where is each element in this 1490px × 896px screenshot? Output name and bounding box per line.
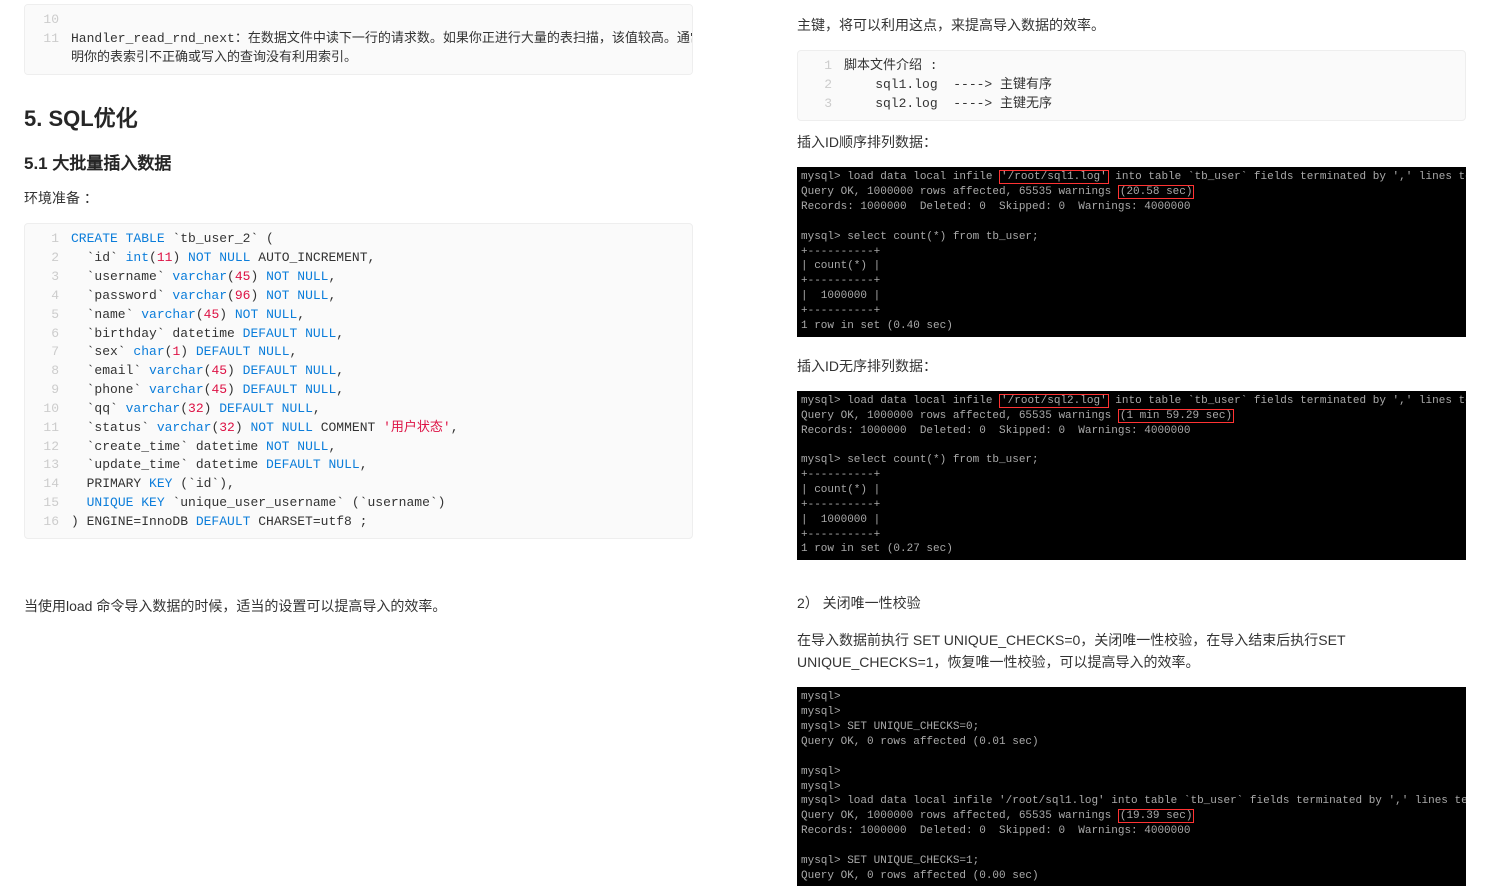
code-text: UNIQUE KEY `unique_user_username` (`user… bbox=[71, 494, 692, 513]
line-number: 10 bbox=[25, 11, 71, 30]
code-line: 1脚本文件介绍 : bbox=[798, 57, 1465, 76]
paragraph-load-tip: 当使用load 命令导入数据的时候，适当的设置可以提高导入的效率。 bbox=[24, 595, 693, 617]
code-text: Handler_read_rnd_next：在数据文件中读下一行的请求数。如果你… bbox=[71, 30, 693, 49]
line-number: 8 bbox=[25, 362, 71, 381]
code-text: `username` varchar(45) NOT NULL, bbox=[71, 268, 692, 287]
code-text bbox=[71, 11, 692, 30]
code-text: PRIMARY KEY (`id`), bbox=[71, 475, 692, 494]
line-number: 10 bbox=[25, 400, 71, 419]
code-text: `id` int(11) NOT NULL AUTO_INCREMENT, bbox=[71, 249, 692, 268]
paragraph-pk: 主键，将可以利用这点，来提高导入数据的效率。 bbox=[797, 14, 1466, 36]
code-line: 11 `status` varchar(32) NOT NULL COMMENT… bbox=[25, 419, 692, 438]
line-number: 11 bbox=[25, 419, 71, 438]
code-block-create-table: 1CREATE TABLE `tb_user_2` (2 `id` int(11… bbox=[24, 223, 693, 539]
line-number: 6 bbox=[25, 325, 71, 344]
paragraph-unique-desc: 在导入数据前执行 SET UNIQUE_CHECKS=0，关闭唯一性校验，在导入… bbox=[797, 629, 1466, 674]
code-text: `sex` char(1) DEFAULT NULL, bbox=[71, 343, 692, 362]
line-number: 2 bbox=[798, 76, 844, 95]
code-block-script-intro: 1脚本文件介绍 :2 sql1.log ----> 主键有序3 sql2.log… bbox=[797, 50, 1466, 121]
line-number: 1 bbox=[798, 57, 844, 76]
code-text: `create_time` datetime NOT NULL, bbox=[71, 438, 692, 457]
code-line: 7 `sex` char(1) DEFAULT NULL, bbox=[25, 343, 692, 362]
code-line: 8 `email` varchar(45) DEFAULT NULL, bbox=[25, 362, 692, 381]
paragraph-unique-title: 2） 关闭唯一性校验 bbox=[797, 592, 1466, 614]
line-number: 12 bbox=[25, 438, 71, 457]
line-number: 5 bbox=[25, 306, 71, 325]
code-text: `update_time` datetime DEFAULT NULL, bbox=[71, 456, 692, 475]
terminal-ordered: mysql> load data local infile '/root/sql… bbox=[797, 167, 1466, 336]
left-column: 1011Handler_read_rnd_next：在数据文件中读下一行的请求数… bbox=[0, 0, 745, 896]
code-line: 9 `phone` varchar(45) DEFAULT NULL, bbox=[25, 381, 692, 400]
code-line: 13 `update_time` datetime DEFAULT NULL, bbox=[25, 456, 692, 475]
right-column: 主键，将可以利用这点，来提高导入数据的效率。 1脚本文件介绍 :2 sql1.l… bbox=[745, 0, 1490, 896]
code-line: 1CREATE TABLE `tb_user_2` ( bbox=[25, 230, 692, 249]
code-line: 2 sql1.log ----> 主键有序 bbox=[798, 76, 1465, 95]
code-text: `phone` varchar(45) DEFAULT NULL, bbox=[71, 381, 692, 400]
line-number: 3 bbox=[25, 268, 71, 287]
code-line: 2 `id` int(11) NOT NULL AUTO_INCREMENT, bbox=[25, 249, 692, 268]
code-text: `name` varchar(45) NOT NULL, bbox=[71, 306, 692, 325]
heading-sql-optimize: 5. SQL优化 bbox=[24, 101, 693, 136]
code-line: 6 `birthday` datetime DEFAULT NULL, bbox=[25, 325, 692, 344]
code-text: CREATE TABLE `tb_user_2` ( bbox=[71, 230, 692, 249]
code-text: `status` varchar(32) NOT NULL COMMENT '用… bbox=[71, 419, 692, 438]
line-number: 3 bbox=[798, 95, 844, 114]
code-line: 10 bbox=[25, 11, 692, 30]
line-number: 15 bbox=[25, 494, 71, 513]
paragraph-ordered: 插入ID顺序排列数据： bbox=[797, 131, 1466, 153]
line-number: 1 bbox=[25, 230, 71, 249]
code-text: 明你的表索引不正确或写入的查询没有利用索引。 bbox=[71, 49, 692, 68]
heading-bulk-insert: 5.1 大批量插入数据 bbox=[24, 150, 693, 177]
code-line: 3 `username` varchar(45) NOT NULL, bbox=[25, 268, 692, 287]
code-text: `password` varchar(96) NOT NULL, bbox=[71, 287, 692, 306]
line-number: 9 bbox=[25, 381, 71, 400]
line-number bbox=[25, 49, 71, 68]
line-number: 4 bbox=[25, 287, 71, 306]
code-line: 14 PRIMARY KEY (`id`), bbox=[25, 475, 692, 494]
code-block-top: 1011Handler_read_rnd_next：在数据文件中读下一行的请求数… bbox=[24, 4, 693, 75]
code-line: 15 UNIQUE KEY `unique_user_username` (`u… bbox=[25, 494, 692, 513]
line-number: 13 bbox=[25, 456, 71, 475]
code-line: 5 `name` varchar(45) NOT NULL, bbox=[25, 306, 692, 325]
line-number: 2 bbox=[25, 249, 71, 268]
code-line: 3 sql2.log ----> 主键无序 bbox=[798, 95, 1465, 114]
terminal-unordered: mysql> load data local infile '/root/sql… bbox=[797, 391, 1466, 560]
line-number: 7 bbox=[25, 343, 71, 362]
code-line: 4 `password` varchar(96) NOT NULL, bbox=[25, 287, 692, 306]
code-line: 12 `create_time` datetime NOT NULL, bbox=[25, 438, 692, 457]
line-number: 16 bbox=[25, 513, 71, 532]
code-text: `qq` varchar(32) DEFAULT NULL, bbox=[71, 400, 692, 419]
code-line: 11Handler_read_rnd_next：在数据文件中读下一行的请求数。如… bbox=[25, 30, 692, 49]
code-line: 16) ENGINE=InnoDB DEFAULT CHARSET=utf8 ; bbox=[25, 513, 692, 532]
code-line: 明你的表索引不正确或写入的查询没有利用索引。 bbox=[25, 49, 692, 68]
code-text: `birthday` datetime DEFAULT NULL, bbox=[71, 325, 692, 344]
code-text: `email` varchar(45) DEFAULT NULL, bbox=[71, 362, 692, 381]
code-line: 10 `qq` varchar(32) DEFAULT NULL, bbox=[25, 400, 692, 419]
line-number: 11 bbox=[25, 30, 71, 49]
paragraph-env: 环境准备 ： bbox=[24, 187, 693, 209]
paragraph-unordered: 插入ID无序排列数据： bbox=[797, 355, 1466, 377]
code-text: ) ENGINE=InnoDB DEFAULT CHARSET=utf8 ; bbox=[71, 513, 692, 532]
code-text: 脚本文件介绍 : bbox=[844, 57, 1465, 76]
terminal-unique: mysql> mysql> mysql> SET UNIQUE_CHECKS=0… bbox=[797, 687, 1466, 886]
code-text: sql1.log ----> 主键有序 bbox=[844, 76, 1465, 95]
code-text: sql2.log ----> 主键无序 bbox=[844, 95, 1465, 114]
line-number: 14 bbox=[25, 475, 71, 494]
page: 1011Handler_read_rnd_next：在数据文件中读下一行的请求数… bbox=[0, 0, 1490, 896]
